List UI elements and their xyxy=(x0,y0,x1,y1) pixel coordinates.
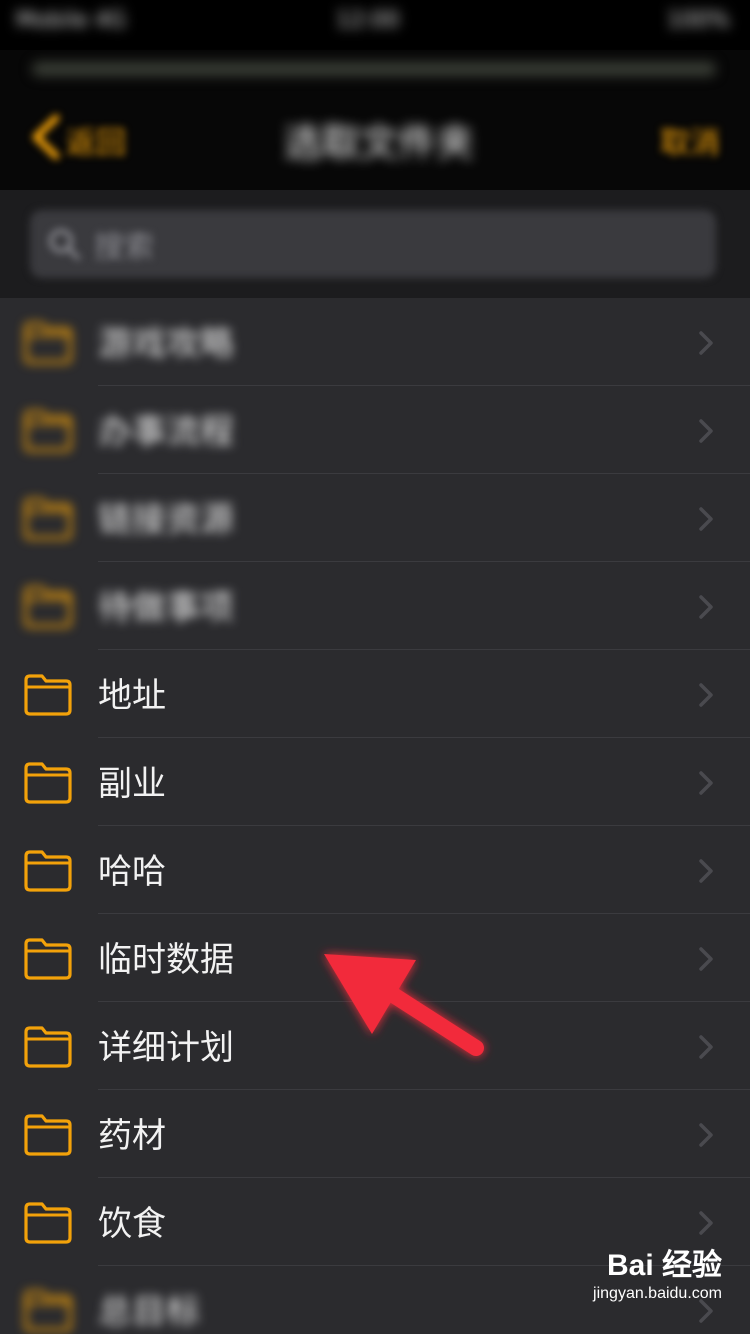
carrier-text: Mobile 4G xyxy=(16,8,127,33)
chevron-right-icon xyxy=(699,331,713,355)
folder-row[interactable]: 副业 xyxy=(0,738,750,826)
status-time: 12:00 xyxy=(336,8,400,33)
folder-icon xyxy=(20,490,76,546)
chevron-right-icon xyxy=(699,771,713,795)
battery-text: 100% xyxy=(667,8,730,33)
folder-icon xyxy=(20,1106,76,1162)
search-placeholder: 搜索 xyxy=(94,230,154,265)
folder-label: 待做事项 xyxy=(98,588,234,628)
chevron-right-icon xyxy=(699,1123,713,1147)
folder-label: 详细计划 xyxy=(98,1028,234,1068)
folder-icon xyxy=(20,930,76,986)
watermark-brand: Bai 经验 xyxy=(606,1249,722,1282)
folder-icon xyxy=(20,402,76,458)
folder-icon xyxy=(20,842,76,898)
chevron-right-icon xyxy=(699,947,713,971)
chevron-right-icon xyxy=(699,419,713,443)
folder-label: 办事流程 xyxy=(98,412,234,452)
folder-list: 游戏攻略办事流程链接资源待做事项地址副业哈哈临时数据详细计划药材饮食总目标 xyxy=(0,298,750,1334)
navigation-bar: 返回 选取文件夹 取消 xyxy=(0,50,750,190)
screen: Mobile 4G 12:00 100% 返回 选取文件夹 取消 搜索 游戏攻略… xyxy=(0,0,750,1334)
status-bar: Mobile 4G 12:00 100% xyxy=(0,0,750,50)
folder-label: 游戏攻略 xyxy=(98,324,234,364)
folder-label: 副业 xyxy=(98,764,166,804)
folder-icon xyxy=(20,754,76,810)
folder-row[interactable]: 链接资源 xyxy=(0,474,750,562)
folder-row[interactable]: 待做事项 xyxy=(0,562,750,650)
page-title: 选取文件夹 xyxy=(284,121,475,165)
cancel-button[interactable]: 取消 xyxy=(660,118,720,162)
folder-icon xyxy=(20,578,76,634)
folder-label: 饮食 xyxy=(98,1204,166,1244)
folder-row[interactable]: 地址 xyxy=(0,650,750,738)
folder-icon xyxy=(20,1018,76,1074)
chevron-right-icon xyxy=(699,1211,713,1235)
folder-row[interactable]: 药材 xyxy=(0,1090,750,1178)
back-label: 返回 xyxy=(66,126,126,161)
folder-icon xyxy=(20,314,76,370)
folder-row[interactable]: 办事流程 xyxy=(0,386,750,474)
watermark-url: jingyan.baidu.com xyxy=(593,1285,722,1302)
folder-icon xyxy=(20,1194,76,1250)
folder-row[interactable]: 哈哈 xyxy=(0,826,750,914)
progress-line xyxy=(32,62,716,76)
folder-label: 地址 xyxy=(98,676,166,716)
watermark: Bai 经验 jingyan.baidu.com xyxy=(502,1248,722,1320)
folder-label: 链接资源 xyxy=(98,500,234,540)
folder-row[interactable]: 详细计划 xyxy=(0,1002,750,1090)
chevron-right-icon xyxy=(699,1035,713,1059)
folder-label: 临时数据 xyxy=(98,940,234,980)
folder-icon xyxy=(20,1282,76,1334)
chevron-right-icon xyxy=(699,683,713,707)
chevron-right-icon xyxy=(699,595,713,619)
folder-label: 总目标 xyxy=(98,1292,200,1332)
folder-row[interactable]: 游戏攻略 xyxy=(0,298,750,386)
folder-label: 药材 xyxy=(98,1116,166,1156)
folder-row[interactable]: 临时数据 xyxy=(0,914,750,1002)
chevron-right-icon xyxy=(699,507,713,531)
folder-label: 哈哈 xyxy=(98,852,166,892)
search-icon xyxy=(49,229,80,260)
folder-icon xyxy=(20,666,76,722)
chevron-right-icon xyxy=(699,859,713,883)
search-area: 搜索 xyxy=(0,190,750,298)
back-chevron-icon xyxy=(32,114,60,160)
